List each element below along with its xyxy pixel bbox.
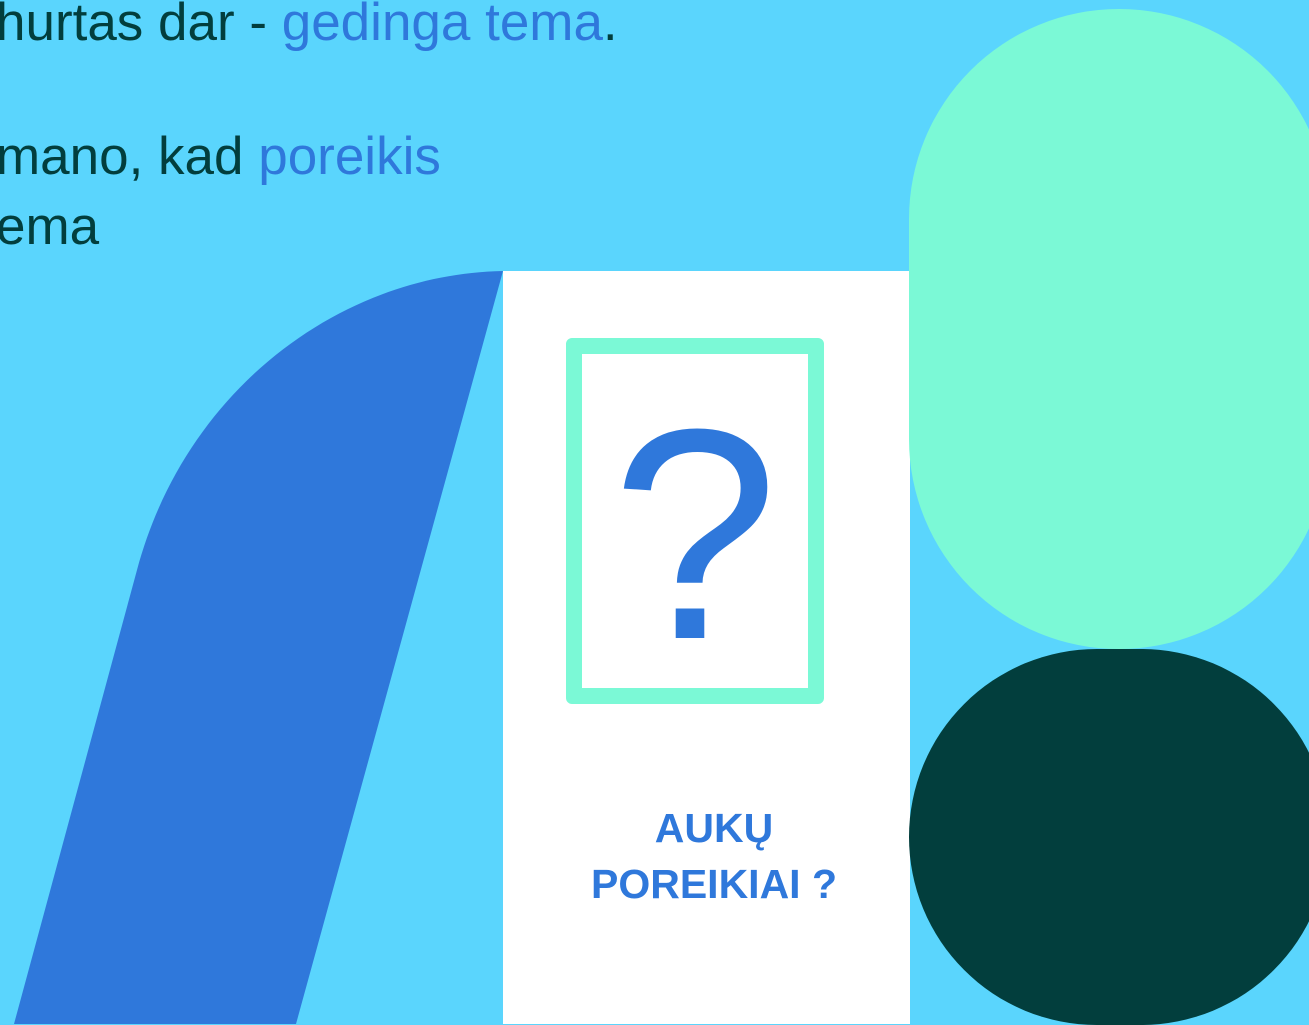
caption-line-2: POREIKIAI ? (590, 861, 838, 907)
text-line-3-plain: ema (0, 197, 100, 256)
dark-green-circle-shape (909, 649, 1309, 1025)
text-line-1-highlight: gedinga tema (281, 0, 603, 52)
question-mark-icon: ? (611, 366, 779, 702)
text-line-2-plain: mano, kad (0, 127, 259, 186)
card-caption: AUKŲ POREIKIAI ? (503, 800, 925, 912)
body-text-line-3: ema (0, 197, 99, 257)
body-text-line-2: mano, kad poreikis (0, 127, 441, 187)
text-line-1-tail: . (602, 0, 618, 52)
text-line-1-plain: hurtas dar - (0, 0, 282, 52)
caption-line-1: AUKŲ (654, 805, 774, 851)
mint-pill-shape (909, 9, 1309, 649)
body-text-line-1: hurtas dar - gedinga tema. (0, 0, 618, 53)
question-card-frame: ? (566, 338, 824, 704)
text-line-2-highlight: poreikis (258, 127, 441, 186)
